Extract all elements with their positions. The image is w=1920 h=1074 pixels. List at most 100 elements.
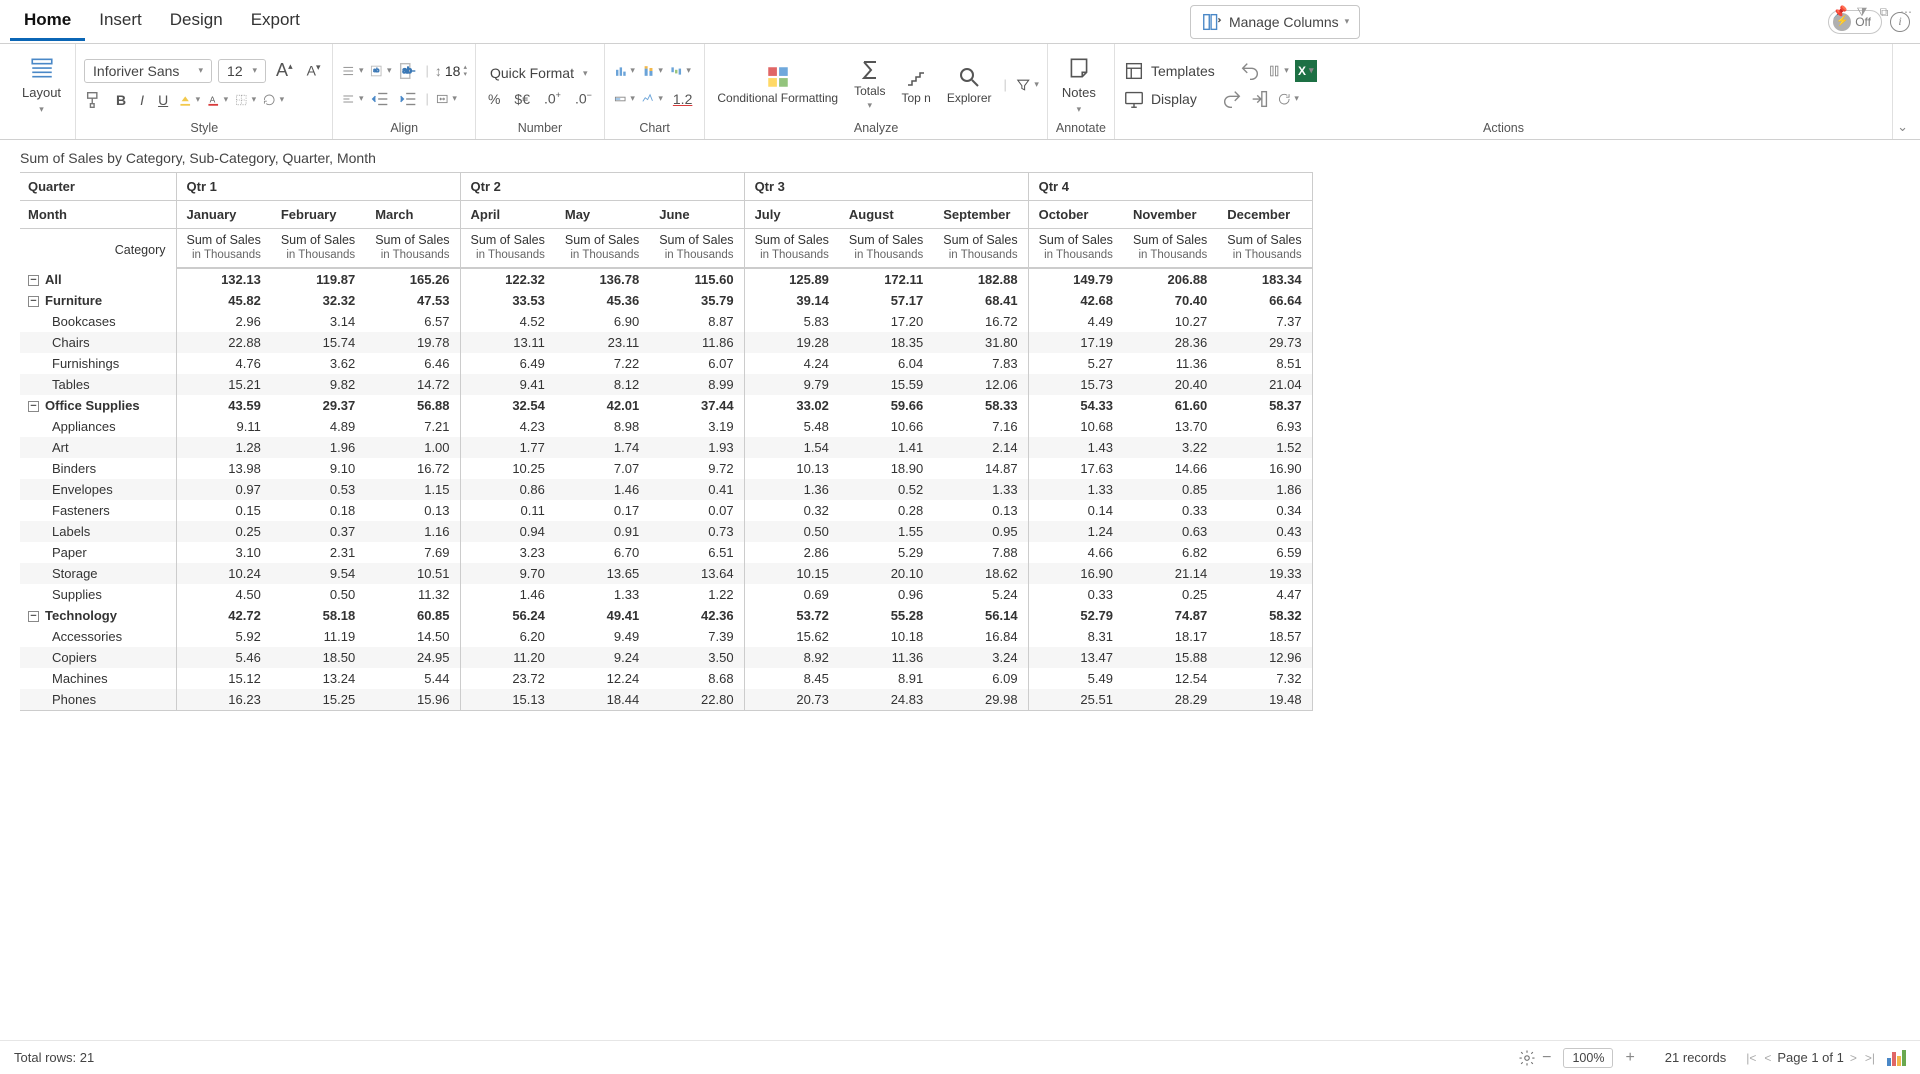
cell[interactable]: 6.09 [933, 668, 1028, 689]
fit-width-button[interactable] [435, 88, 457, 110]
cell[interactable]: 115.60 [649, 268, 744, 290]
cell[interactable]: 0.52 [839, 479, 933, 500]
cell[interactable]: 7.88 [933, 542, 1028, 563]
cell[interactable]: 1.22 [649, 584, 744, 605]
cell[interactable]: 6.90 [555, 311, 649, 332]
cell[interactable]: 4.52 [460, 311, 555, 332]
cell[interactable]: 9.41 [460, 374, 555, 395]
cell[interactable]: 0.94 [460, 521, 555, 542]
cell[interactable]: 11.32 [365, 584, 460, 605]
filter-small-icon[interactable]: ⧩ [1854, 4, 1870, 20]
cell[interactable]: 19.33 [1217, 563, 1312, 584]
month-aug[interactable]: August [839, 201, 933, 229]
cell[interactable]: 10.27 [1123, 311, 1217, 332]
cell[interactable]: 2.14 [933, 437, 1028, 458]
cell[interactable]: 0.69 [744, 584, 839, 605]
cell[interactable]: 15.59 [839, 374, 933, 395]
cell[interactable]: 18.44 [555, 689, 649, 711]
row-label[interactable]: Art [20, 437, 176, 458]
chevron-down-icon[interactable]: ▾ [39, 104, 44, 115]
cell[interactable]: 10.51 [365, 563, 460, 584]
cell[interactable]: 74.87 [1123, 605, 1217, 626]
cell[interactable]: 56.88 [365, 395, 460, 416]
cell[interactable]: 1.33 [555, 584, 649, 605]
table-row[interactable]: Phones16.2315.2515.9615.1318.4422.8020.7… [20, 689, 1312, 711]
cell[interactable]: 66.64 [1217, 290, 1312, 311]
increase-indent-button[interactable] [397, 88, 419, 110]
table-row[interactable]: Chairs22.8815.7419.7813.1123.1111.8619.2… [20, 332, 1312, 353]
cell[interactable]: 24.83 [839, 689, 933, 711]
cell[interactable]: 16.90 [1028, 563, 1123, 584]
prev-page-button[interactable]: < [1762, 1051, 1773, 1065]
cell[interactable]: 149.79 [1028, 268, 1123, 290]
cell[interactable]: 7.69 [365, 542, 460, 563]
cell[interactable]: 6.82 [1123, 542, 1217, 563]
cell[interactable]: 0.86 [460, 479, 555, 500]
collapse-icon[interactable]: − [28, 401, 39, 412]
table-row[interactable]: Art1.281.961.001.771.741.931.541.412.141… [20, 437, 1312, 458]
cell[interactable]: 32.32 [271, 290, 365, 311]
cell[interactable]: 42.68 [1028, 290, 1123, 311]
redo-icon[interactable] [1221, 88, 1243, 110]
cell[interactable]: 4.76 [176, 353, 271, 374]
export-excel-button[interactable]: X [1295, 60, 1317, 82]
collapse-icon[interactable]: − [28, 296, 39, 307]
month-nov[interactable]: November [1123, 201, 1217, 229]
cell[interactable]: 125.89 [744, 268, 839, 290]
cell[interactable]: 29.37 [271, 395, 365, 416]
cell[interactable]: 0.91 [555, 521, 649, 542]
cell[interactable]: 12.24 [555, 668, 649, 689]
cell[interactable]: 0.15 [176, 500, 271, 521]
cell[interactable]: 21.04 [1217, 374, 1312, 395]
cell[interactable]: 15.25 [271, 689, 365, 711]
currency-button[interactable]: $€ [510, 91, 534, 107]
halign-button[interactable] [341, 88, 363, 110]
cell[interactable]: 9.82 [271, 374, 365, 395]
cell[interactable]: 59.66 [839, 395, 933, 416]
cell[interactable]: 12.54 [1123, 668, 1217, 689]
cell[interactable]: 3.14 [271, 311, 365, 332]
cell[interactable]: 0.50 [744, 521, 839, 542]
cell[interactable]: 33.53 [460, 290, 555, 311]
cell[interactable]: 60.85 [365, 605, 460, 626]
cell[interactable]: 32.54 [460, 395, 555, 416]
cell[interactable]: 10.66 [839, 416, 933, 437]
table-row[interactable]: Tables15.219.8214.729.418.128.999.7915.5… [20, 374, 1312, 395]
settings-icon[interactable] [1518, 1049, 1536, 1067]
cell[interactable]: 29.98 [933, 689, 1028, 711]
table-row[interactable]: Bookcases2.963.146.574.526.908.875.8317.… [20, 311, 1312, 332]
first-page-button[interactable]: |< [1744, 1051, 1758, 1065]
valign-button[interactable] [341, 60, 363, 82]
cell[interactable]: 9.70 [460, 563, 555, 584]
cell[interactable]: 3.23 [460, 542, 555, 563]
cell[interactable]: 1.15 [365, 479, 460, 500]
tab-design[interactable]: Design [156, 2, 237, 41]
cell[interactable]: 23.72 [460, 668, 555, 689]
cell[interactable]: 35.79 [649, 290, 744, 311]
row-label[interactable]: Binders [20, 458, 176, 479]
cell[interactable]: 19.48 [1217, 689, 1312, 711]
cell[interactable]: 18.35 [839, 332, 933, 353]
cell[interactable]: 6.46 [365, 353, 460, 374]
notes-button[interactable]: Notes ▾ [1056, 55, 1102, 115]
cell[interactable]: 6.20 [460, 626, 555, 647]
row-label[interactable]: Envelopes [20, 479, 176, 500]
cell[interactable]: 0.25 [176, 521, 271, 542]
cell[interactable]: 28.36 [1123, 332, 1217, 353]
cell[interactable]: 4.89 [271, 416, 365, 437]
table-row[interactable]: Labels0.250.371.160.940.910.730.501.550.… [20, 521, 1312, 542]
wrap-text-button[interactable]: ab [369, 60, 391, 82]
row-label[interactable]: Fasteners [20, 500, 176, 521]
cell[interactable]: 16.72 [933, 311, 1028, 332]
month-jul[interactable]: July [744, 201, 839, 229]
pin-icon[interactable]: 📌 [1832, 4, 1848, 20]
cell[interactable]: 7.32 [1217, 668, 1312, 689]
qtr3-header[interactable]: Qtr 3 [744, 173, 1028, 201]
stacked-chart-button[interactable] [641, 60, 663, 82]
cell[interactable]: 0.96 [839, 584, 933, 605]
cell[interactable]: 3.62 [271, 353, 365, 374]
cell[interactable]: 0.34 [1217, 500, 1312, 521]
cell[interactable]: 3.24 [933, 647, 1028, 668]
table-row[interactable]: Fasteners0.150.180.130.110.170.070.320.2… [20, 500, 1312, 521]
cell[interactable]: 4.24 [744, 353, 839, 374]
